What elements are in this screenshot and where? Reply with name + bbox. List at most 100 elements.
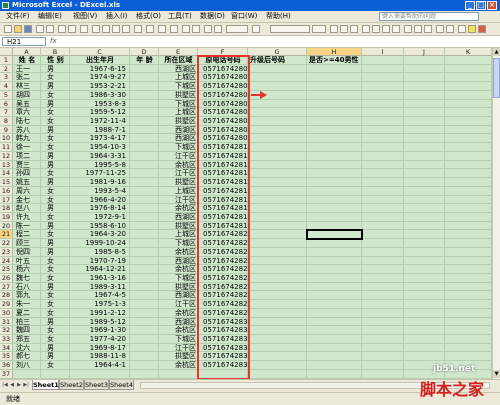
cell-birthdate[interactable]: 1989-5-12 [72, 318, 126, 327]
cell-gender[interactable]: 男 [47, 352, 70, 361]
cell-gender[interactable]: 男 [47, 344, 70, 353]
cell-name[interactable]: 胡四 [16, 91, 40, 100]
cell-birthdate[interactable]: 1969-8-17 [72, 344, 126, 353]
cell-district[interactable]: 西湖区 [161, 134, 196, 143]
header-cell-g[interactable]: 升级后号码 [250, 56, 305, 65]
copy-icon[interactable] [102, 25, 110, 33]
cell-birthdate[interactable]: 1977-11-25 [72, 169, 126, 178]
chart-wizard-icon[interactable] [204, 25, 212, 33]
sort-ascending-icon[interactable] [182, 25, 190, 33]
cell-district[interactable]: 西湖区 [161, 318, 196, 327]
bold-icon[interactable] [330, 25, 338, 33]
cell-district[interactable]: 上城区 [161, 73, 196, 82]
format-painter-icon[interactable] [122, 25, 130, 33]
tab-sheet1[interactable]: Sheet1 [32, 380, 59, 390]
cell-name[interactable]: 徐一 [16, 143, 40, 152]
cell-gender[interactable]: 女 [47, 291, 70, 300]
header-cell-b[interactable]: 性 别 [43, 56, 68, 65]
header-cell-e[interactable]: 所在区域 [161, 56, 196, 65]
cell-district[interactable]: 余杭区 [161, 361, 196, 370]
cell-district[interactable]: 下城区 [161, 274, 196, 283]
redo-icon[interactable] [146, 25, 154, 33]
undo-icon[interactable] [134, 25, 142, 33]
cell-name[interactable]: 陆七 [16, 117, 40, 126]
new-icon[interactable] [4, 25, 12, 33]
cell-gender[interactable]: 女 [47, 257, 70, 266]
cell-gender[interactable]: 女 [47, 91, 70, 100]
cell-birthdate[interactable]: 1974-9-27 [72, 73, 126, 82]
cell-gender[interactable]: 男 [47, 161, 70, 170]
last-sheet-icon[interactable]: ▶| [23, 382, 29, 389]
worksheet-grid[interactable]: A B C D E F G H I J K 1 2 3 4 5 6 7 8 9 10 11 12 13 14 15 16 17 18 19… [0, 48, 492, 379]
cell-gender[interactable]: 女 [47, 213, 70, 222]
cell-district[interactable]: 西湖区 [161, 65, 196, 74]
maximize-button[interactable]: □ [476, 1, 486, 10]
drawing-icon[interactable] [214, 25, 222, 33]
cell-gender[interactable]: 女 [47, 73, 70, 82]
cell-district[interactable]: 余杭区 [161, 265, 196, 274]
cell-name[interactable]: 郝七 [16, 352, 40, 361]
cell-gender[interactable]: 女 [47, 326, 70, 335]
cell-gender[interactable]: 男 [47, 204, 70, 213]
cell-gender[interactable]: 女 [47, 143, 70, 152]
header-cell-c[interactable]: 出生年月 [72, 56, 128, 65]
cell-name[interactable]: 林三 [16, 82, 40, 91]
cell-birthdate[interactable]: 1964-4-1 [72, 361, 126, 370]
cell-birthdate[interactable]: 1967-6-15 [72, 65, 126, 74]
increase-decimal-icon[interactable] [436, 25, 444, 33]
menu-format[interactable]: 格式(O) [136, 11, 161, 22]
font-size-dropdown[interactable] [312, 25, 326, 33]
cell-gender[interactable]: 女 [47, 117, 70, 126]
cell-district[interactable]: 西湖区 [161, 126, 196, 135]
cell-gender[interactable]: 男 [47, 239, 70, 248]
cell-district[interactable]: 江干区 [161, 169, 196, 178]
vertical-scroll-thumb[interactable] [493, 58, 500, 98]
cell-name[interactable]: 陈一 [16, 222, 40, 231]
cell-birthdate[interactable]: 1964-3-31 [72, 152, 126, 161]
align-left-icon[interactable] [362, 25, 370, 33]
cell-name[interactable]: 柏三 [16, 318, 40, 327]
cell-district[interactable]: 拱墅区 [161, 178, 196, 187]
column-header-g[interactable]: G [248, 48, 307, 56]
cell-gender[interactable]: 女 [47, 108, 70, 117]
help-search-input[interactable]: 键入需要帮助的问题 [379, 12, 479, 21]
cell-district[interactable]: 江干区 [161, 300, 196, 309]
save-icon[interactable] [24, 25, 32, 33]
cell-birthdate[interactable]: 1970-7-19 [72, 257, 126, 266]
cell-district[interactable]: 下城区 [161, 100, 196, 109]
menu-tools[interactable]: 工具(T) [168, 11, 192, 22]
cell-name[interactable]: 韩九 [16, 134, 40, 143]
cell-name[interactable]: 倪四 [16, 248, 40, 257]
cell-birthdate[interactable]: 1972-9-1 [72, 213, 126, 222]
cell-district[interactable]: 西湖区 [161, 213, 196, 222]
cell-gender[interactable]: 女 [47, 196, 70, 205]
cell-name[interactable]: 程二 [16, 230, 40, 239]
column-header-d[interactable]: D [130, 48, 159, 56]
cell-name[interactable]: 杨六 [16, 265, 40, 274]
cell-birthdate[interactable]: 1976-8-14 [72, 204, 126, 213]
column-header-i[interactable]: I [362, 48, 404, 56]
cell-district[interactable]: 上城区 [161, 230, 196, 239]
cell-birthdate[interactable]: 1975-1-3 [72, 300, 126, 309]
cell-gender[interactable]: 男 [47, 82, 70, 91]
next-sheet-icon[interactable]: ▶ [16, 382, 22, 389]
cell-name[interactable]: 张二 [16, 73, 40, 82]
cell-name[interactable]: 顾三 [16, 239, 40, 248]
cell-birthdate[interactable]: 1972-11-4 [72, 117, 126, 126]
cell-gender[interactable]: 男 [47, 318, 70, 327]
cell-name[interactable]: 魏七 [16, 274, 40, 283]
cell-district[interactable]: 余杭区 [161, 309, 196, 318]
cell-name[interactable]: 朱一 [16, 300, 40, 309]
cell-district[interactable]: 余杭区 [161, 161, 196, 170]
header-cell-a[interactable]: 姓 名 [15, 56, 39, 65]
cell-name[interactable]: 郭九 [16, 291, 40, 300]
currency-icon[interactable] [404, 25, 412, 33]
cell-gender[interactable]: 男 [47, 178, 70, 187]
underline-icon[interactable] [350, 25, 358, 33]
decrease-decimal-icon[interactable] [446, 25, 454, 33]
menu-edit[interactable]: 编辑(E) [38, 11, 62, 22]
vertical-scrollbar[interactable]: ▲ ▼ [492, 48, 500, 379]
cell-name[interactable]: 项二 [16, 152, 40, 161]
cell-gender[interactable]: 女 [47, 134, 70, 143]
column-header-e[interactable]: E [159, 48, 198, 56]
